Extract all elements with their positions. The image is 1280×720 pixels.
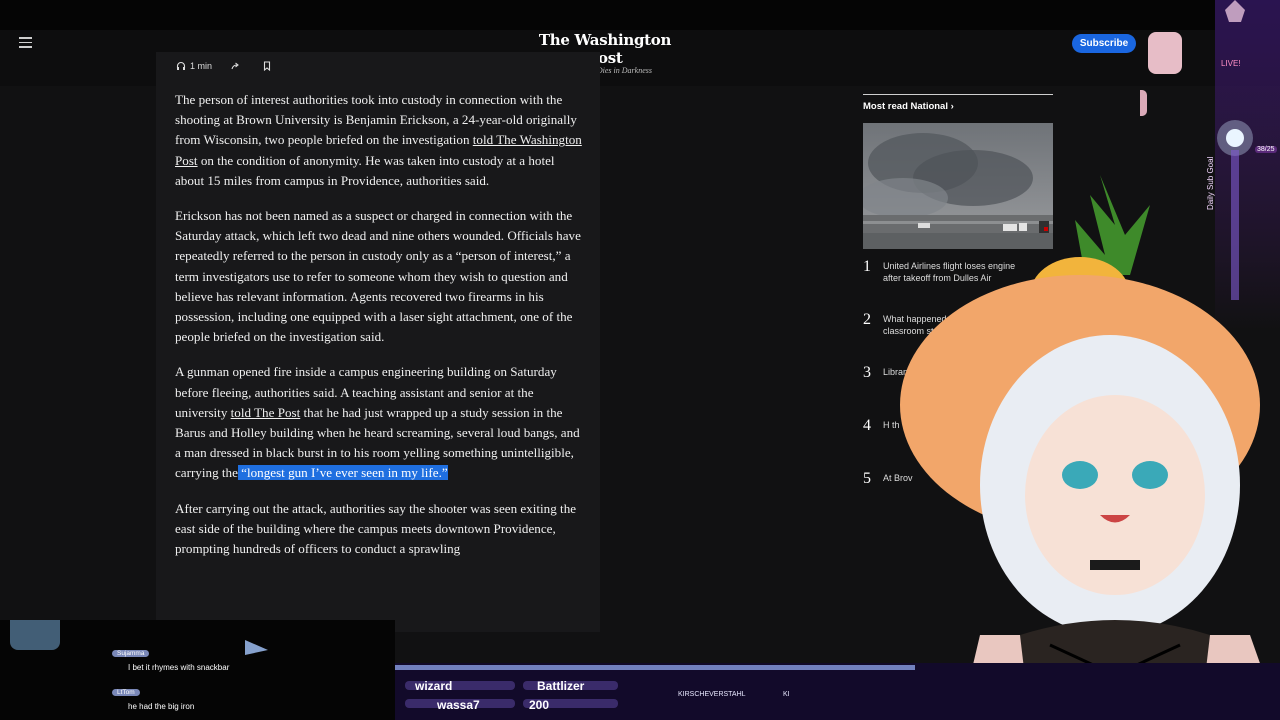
stream-chat: Sujamma I bet it rhymes with snackbar Lt… [0, 620, 395, 720]
article-body: The person of interest authorities took … [175, 90, 583, 574]
menu-icon[interactable] [19, 37, 32, 48]
bookmark-icon[interactable] [262, 61, 272, 71]
stream-bottom-bar: wizard wassa7 Battlizer 200 KIRSCHEVERST… [395, 663, 1280, 720]
bar-item-wassa: wassa7 [437, 698, 480, 712]
chat-message: LtTom he had the big iron [112, 681, 194, 711]
most-read-heading-text: Most read National [863, 101, 948, 112]
chevron-right-icon: › [950, 101, 954, 112]
paragraph-text: on the condition of anonymity. He was ta… [175, 152, 555, 188]
paragraph-3: A gunman opened fire inside a campus eng… [175, 362, 583, 483]
vtuber-avatar [900, 175, 1280, 720]
most-read-section: Most read National › [863, 94, 1053, 112]
live-label: LIVE! [1221, 59, 1241, 68]
read-time: 1 min [190, 61, 213, 71]
item-number: 2 [863, 311, 871, 328]
told-the-post-link[interactable]: told The Post [231, 405, 301, 420]
article-toolbar: 1 min [176, 59, 276, 73]
item-number: 1 [863, 258, 871, 275]
highlighted-quote[interactable]: “longest gun I’ve ever seen in my life.” [237, 465, 448, 481]
paragraph-1: The person of interest authorities took … [175, 90, 583, 191]
header-strip [0, 0, 1280, 30]
twitter-handle: KIRSCHEVERSTAHL [678, 691, 746, 698]
most-read-heading[interactable]: Most read National › [863, 101, 1053, 112]
chat-message: Sujamma I bet it rhymes with snackbar [112, 642, 229, 672]
chat-username[interactable]: LtTom [112, 689, 140, 696]
bottom-bar-frame [395, 663, 1280, 720]
item-number: 3 [863, 364, 871, 381]
chat-username[interactable]: Sujamma [112, 650, 150, 657]
chat-text: he had the big iron [128, 702, 195, 711]
paragraph-2: Erickson has not been named as a suspect… [175, 208, 581, 345]
lantern-decoration [1140, 32, 1182, 116]
bar-item-battlizer: Battlizer [537, 679, 585, 693]
sub-goal-count: 38/25 [1255, 146, 1277, 153]
bar-item-wizard: wizard [415, 679, 453, 693]
headphones-icon[interactable] [176, 61, 186, 71]
item-number: 5 [863, 470, 871, 487]
bar-item-count: 200 [529, 698, 550, 712]
item-number: 4 [863, 417, 871, 434]
chat-text: I bet it rhymes with snackbar [128, 663, 230, 672]
share-icon[interactable] [230, 61, 240, 71]
paragraph-4: After carrying out the attack, authoriti… [175, 500, 577, 557]
social-handle: KI [783, 691, 790, 698]
subscribe-button[interactable]: Subscribe [1072, 34, 1136, 53]
